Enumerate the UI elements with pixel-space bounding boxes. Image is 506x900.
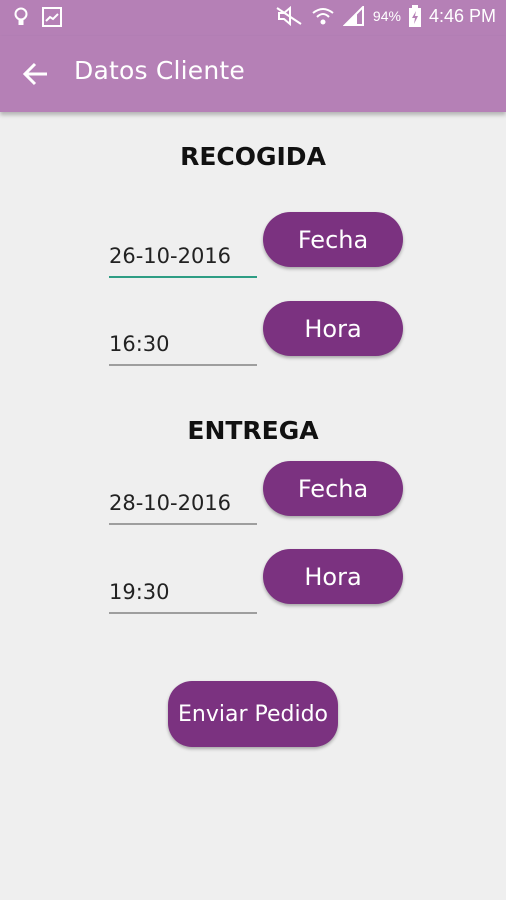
bulb-icon [14, 7, 28, 25]
entrega-title: ENTREGA [187, 416, 319, 445]
arrow-back-icon[interactable] [22, 60, 50, 88]
entrega-date-button[interactable]: Fecha [263, 461, 403, 516]
app-bar: Datos Cliente [0, 36, 506, 112]
mute-icon [276, 6, 302, 26]
image-icon [42, 7, 62, 27]
wifi-icon [312, 8, 334, 25]
recogida-time-value: 16:30 [109, 332, 170, 356]
entrega-date-field[interactable]: 28-10-2016 [109, 477, 257, 525]
recogida-title: RECOGIDA [180, 142, 326, 171]
battery-charging-icon [408, 5, 421, 27]
send-order-button[interactable]: Enviar Pedido [168, 681, 338, 747]
entrega-time-field[interactable]: 19:30 [109, 566, 257, 614]
clock: 4:46 PM [428, 5, 496, 26]
recogida-time-field[interactable]: 16:30 [109, 318, 257, 366]
entrega-time-button[interactable]: Hora [263, 549, 403, 604]
status-bar: 94% 4:46 PM [0, 0, 506, 36]
recogida-date-value: 26-10-2016 [109, 244, 232, 268]
recogida-time-button[interactable]: Hora [263, 301, 403, 356]
signal-icon [342, 6, 364, 26]
recogida-date-field[interactable]: 26-10-2016 [109, 230, 257, 278]
recogida-date-button[interactable]: Fecha [263, 212, 403, 267]
entrega-date-value: 28-10-2016 [109, 491, 232, 515]
battery-percent: 94% [372, 8, 401, 24]
page-title: Datos Cliente [74, 56, 245, 85]
entrega-time-value: 19:30 [109, 580, 170, 604]
